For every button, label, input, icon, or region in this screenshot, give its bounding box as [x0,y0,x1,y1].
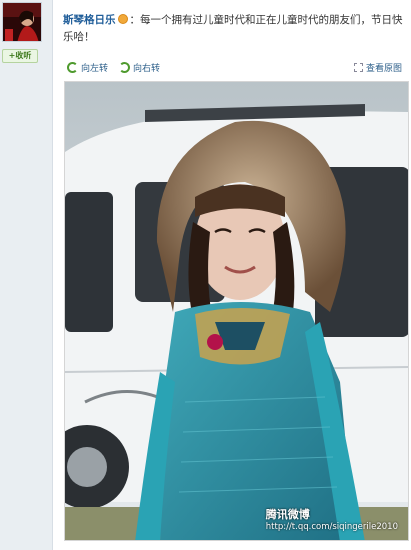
watermark-brand: 腾讯微博 [265,508,310,521]
view-original-button[interactable]: 查看原图 [353,61,402,77]
view-original-label: 查看原图 [365,64,402,74]
post-photo[interactable]: 腾讯微博 http://t.qq.com/siqingerile2010 [64,81,409,541]
post-card: 斯琴格日乐 ：每一个拥有过儿童时代和正在儿童时代的朋友们，节日快乐哈！ 向左转 向… [52,0,411,550]
user-avatar[interactable] [2,2,42,42]
post-header: 斯琴格日乐 ：每一个拥有过儿童时代和正在儿童时代的朋友们，节日快乐哈！ [63,12,408,46]
left-rail: +收听 [0,0,52,550]
rotate-right-button[interactable]: 向右转 [119,61,160,77]
rotate-right-label: 向右转 [133,64,161,74]
verified-icon [117,14,128,24]
rotate-left-label: 向左转 [81,64,109,74]
author-name[interactable]: 斯琴格日乐 [63,14,116,26]
follow-button[interactable]: +收听 [2,49,38,63]
rotate-right-icon [119,62,130,73]
rotate-left-icon [67,62,78,73]
expand-icon [353,63,363,72]
rotate-left-button[interactable]: 向左转 [67,61,108,77]
photo-illustration [65,82,408,540]
watermark-url: http://t.qq.com/siqingerile2010 [265,522,398,532]
photo-watermark: 腾讯微博 http://t.qq.com/siqingerile2010 [266,506,398,532]
photo-toolbar: 向左转 向右转 查看原图 [67,61,402,77]
